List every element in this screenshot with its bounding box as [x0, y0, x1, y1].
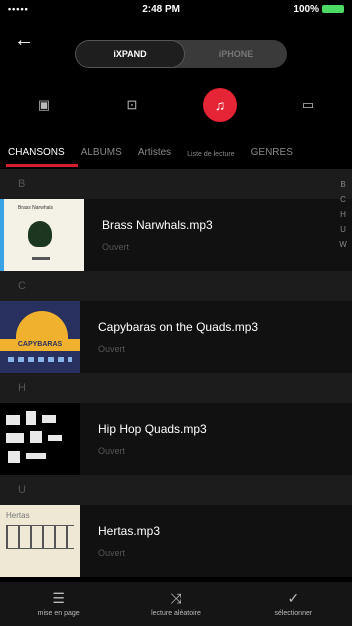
music-icon[interactable]: ♫ [203, 88, 237, 122]
album-art-shape [48, 435, 62, 441]
shuffle-label: lecture aléatoire [151, 610, 201, 617]
header: ← iXPAND iPHONE [0, 18, 352, 68]
album-art-figure [28, 221, 52, 247]
tab-albums[interactable]: ALBUMS [73, 147, 130, 168]
list-item[interactable]: Brass Narwhals Brass Narwhals.mp3 Ouvert [0, 199, 352, 271]
album-art-caption: Brass Narwhals [18, 205, 54, 211]
album-art-shape [42, 415, 56, 423]
checkmark-icon: ✓ [287, 590, 300, 606]
status-bar: ••••• 2:48 PM 100% [0, 0, 352, 18]
album-art-pattern [8, 357, 72, 362]
tab-genres[interactable]: GENRES [243, 147, 301, 168]
index-letter[interactable]: H [338, 210, 348, 219]
video-icon[interactable]: ⊡ [115, 88, 149, 122]
section-header-c: C [0, 271, 352, 301]
list-item[interactable]: Hertas Hertas.mp3 Ouvert [0, 505, 352, 577]
list-item[interactable]: CAPYBARAS Capybaras on the Quads.mp3 Ouv… [0, 301, 352, 373]
album-art-caption: CAPYBARAS [0, 339, 80, 351]
album-art-shape [26, 453, 46, 459]
layout-button[interactable]: ☰ mise en page [4, 591, 114, 617]
shuffle-icon: ⤨ [170, 590, 182, 606]
song-title: Hip Hop Quads.mp3 [98, 422, 207, 436]
song-status: Ouvert [98, 446, 126, 456]
battery-indicator: 100% [293, 4, 344, 15]
bottom-toolbar: ☰ mise en page ⤨ lecture aléatoire ✓ sél… [0, 582, 352, 626]
album-art: CAPYBARAS [0, 301, 80, 373]
shuffle-button[interactable]: ⤨ lecture aléatoire [121, 591, 231, 617]
tab-playlists[interactable]: Liste de lecture [179, 151, 242, 168]
tab-artistes[interactable]: Artistes [130, 147, 179, 168]
album-art-sun [16, 311, 68, 341]
song-meta: Hertas.mp3 Ouvert [80, 524, 160, 558]
list-item[interactable]: Hip Hop Quads.mp3 Ouvert [0, 403, 352, 475]
song-title: Brass Narwhals.mp3 [102, 218, 213, 232]
song-status: Ouvert [98, 548, 126, 558]
section-header-b: B [0, 169, 352, 199]
album-art-notes [6, 525, 74, 549]
song-meta: Hip Hop Quads.mp3 Ouvert [80, 422, 207, 456]
album-art [0, 403, 80, 475]
song-list[interactable]: B Brass Narwhals Brass Narwhals.mp3 Ouve… [0, 169, 352, 582]
song-status: Ouvert [98, 344, 126, 354]
song-title: Hertas.mp3 [98, 524, 161, 538]
signal-indicator: ••••• [8, 4, 29, 14]
back-arrow-icon[interactable]: ← [14, 30, 34, 50]
album-art: Brass Narwhals [0, 199, 84, 271]
song-status: Ouvert [102, 242, 130, 252]
album-art-base [32, 257, 50, 260]
song-meta: Capybaras on the Quads.mp3 Ouvert [80, 320, 258, 354]
storage-segmented-control[interactable]: iXPAND iPHONE [75, 40, 287, 68]
active-tab-indicator [6, 164, 78, 167]
folder-icon[interactable]: ▭ [291, 88, 325, 122]
album-art-caption: Hertas [6, 511, 30, 520]
index-letter[interactable]: W [338, 240, 348, 249]
album-art-shape [6, 415, 20, 425]
segment-iphone[interactable]: iPHONE [185, 40, 287, 68]
alphabet-index[interactable]: B C H U W [338, 180, 348, 249]
album-art-shape [26, 411, 36, 425]
song-meta: Brass Narwhals.mp3 Ouvert [84, 218, 213, 252]
album-art-shape [6, 433, 24, 443]
index-letter[interactable]: C [338, 195, 348, 204]
battery-icon [321, 5, 344, 13]
select-label: sélectionner [274, 610, 313, 617]
album-art-shape [8, 451, 20, 463]
index-letter[interactable]: U [338, 225, 348, 234]
index-letter[interactable]: B [338, 180, 348, 189]
photo-icon[interactable]: ▣ [27, 88, 61, 122]
clock: 2:48 PM [142, 3, 180, 15]
list-icon: ☰ [52, 590, 65, 606]
segment-ixpand[interactable]: iXPAND [75, 40, 185, 68]
album-art-shape [30, 431, 42, 443]
album-art: Hertas [0, 505, 80, 577]
section-header-u: U [0, 475, 352, 505]
layout-label: mise en page [37, 610, 80, 617]
battery-percent: 100% [293, 3, 319, 15]
category-icon-bar: ▣ ⊡ ♫ ▭ [0, 84, 352, 126]
song-title: Capybaras on the Quads.mp3 [98, 320, 259, 334]
select-button[interactable]: ✓ sélectionner [238, 591, 348, 617]
section-header-h: H [0, 373, 352, 403]
